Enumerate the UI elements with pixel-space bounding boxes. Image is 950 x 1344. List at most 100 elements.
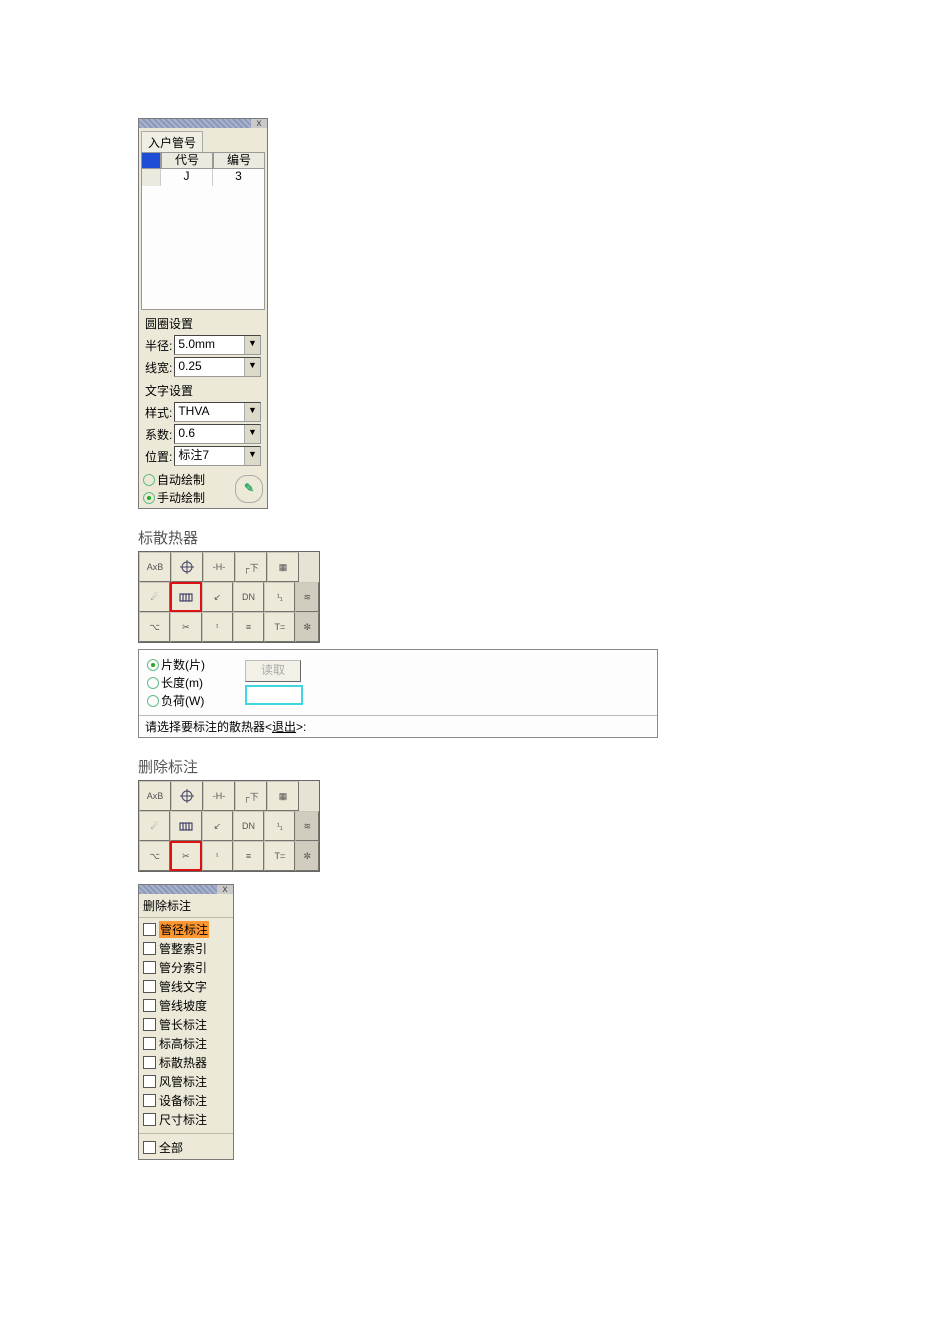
checkbox-icon[interactable] [143, 1018, 156, 1031]
section-heading-radiator: 标散热器 [138, 527, 950, 548]
checkbox-icon[interactable] [143, 1141, 156, 1154]
manual-draw-label: 手动绘制 [157, 489, 205, 506]
check-item[interactable]: 设备标注 [143, 1092, 229, 1109]
tool-note-icon[interactable]: ᵗ [202, 841, 233, 871]
tool-text-icon[interactable]: T= [264, 841, 295, 871]
tool-room-icon[interactable]: ☄ [139, 582, 170, 612]
checkbox-icon[interactable] [143, 1075, 156, 1088]
tool-stack-icon[interactable]: ≋ [295, 582, 318, 612]
tool-target-icon[interactable] [171, 552, 203, 582]
tool-target-icon[interactable] [171, 781, 203, 811]
tool-grid-icon[interactable]: ▦ [267, 781, 299, 811]
tool-11-icon[interactable]: ¹₁ [264, 582, 295, 612]
panel-tab[interactable]: 入户管号 [141, 131, 203, 152]
length-label: 长度(m) [161, 674, 203, 691]
check-item[interactable]: 管分索引 [143, 959, 229, 976]
tool-stack-icon[interactable]: ≋ [295, 811, 318, 841]
tool-radiator-icon[interactable] [170, 582, 201, 612]
checkbox-icon[interactable] [143, 942, 156, 955]
color-swatch[interactable] [141, 152, 161, 169]
checkbox-icon[interactable] [143, 1094, 156, 1107]
linewidth-select[interactable]: 0.25 ▼ [174, 357, 261, 377]
col-code[interactable]: 代号 [161, 152, 213, 169]
col-number[interactable]: 编号 [213, 152, 265, 169]
tool-dn-icon[interactable]: DN [233, 582, 264, 612]
radius-label: 半径: [145, 337, 172, 354]
tool-floor-icon[interactable]: ⌥ [139, 841, 170, 871]
checkbox-icon[interactable] [143, 961, 156, 974]
titlebar-grip[interactable]: x [139, 885, 233, 894]
pipe-list: 代号 编号 J 3 [141, 152, 265, 310]
checkbox-icon[interactable] [143, 999, 156, 1012]
tool-floor-icon[interactable]: ⌥ [139, 612, 170, 642]
tool-radiator-icon[interactable] [170, 811, 201, 841]
tool-h-icon[interactable]: -H- [203, 781, 235, 811]
check-item-label: 标散热器 [159, 1054, 207, 1071]
tool-frame-icon[interactable]: ┌下 [235, 552, 267, 582]
tool-move-icon[interactable]: ≡ [233, 841, 264, 871]
close-icon[interactable]: x [217, 885, 233, 894]
circle-settings-group: 圆圈设置 半径: 5.0mm ▼ 线宽: 0.25 ▼ [141, 313, 265, 378]
tool-axb-icon[interactable]: AxB [139, 552, 171, 582]
table-row[interactable]: J 3 [142, 169, 264, 186]
tool-dn-icon[interactable]: DN [233, 811, 264, 841]
check-item[interactable]: 管整索引 [143, 940, 229, 957]
check-item[interactable]: 标散热器 [143, 1054, 229, 1071]
tool-leader-icon[interactable]: ↙ [202, 811, 233, 841]
tool-erase-icon[interactable]: ✂ [170, 841, 201, 871]
read-button[interactable]: 读取 [245, 660, 301, 682]
check-all[interactable]: 全部 [143, 1139, 229, 1156]
manual-draw-radio[interactable]: 手动绘制 [143, 489, 205, 506]
check-item[interactable]: 尺寸标注 [143, 1111, 229, 1128]
chevron-down-icon[interactable]: ▼ [244, 336, 260, 354]
tool-axb-icon[interactable]: AxB [139, 781, 171, 811]
check-item-label: 管长标注 [159, 1016, 207, 1033]
check-item[interactable]: 管线坡度 [143, 997, 229, 1014]
checkbox-icon[interactable] [143, 1056, 156, 1069]
position-label: 位置: [145, 448, 172, 465]
check-item-label: 管线坡度 [159, 997, 207, 1014]
tool-h-icon[interactable]: -H- [203, 552, 235, 582]
piece-radio[interactable]: 片数(片) [147, 656, 205, 673]
check-all-label: 全部 [159, 1139, 183, 1156]
check-item[interactable]: 标高标注 [143, 1035, 229, 1052]
tool-text-icon[interactable]: T= [264, 612, 295, 642]
apply-icon[interactable]: ✎ [235, 475, 263, 503]
check-item[interactable]: 管径标注 [143, 921, 229, 938]
position-select[interactable]: 标注7 ▼ [174, 446, 261, 466]
tool-erase-icon[interactable]: ✂ [170, 612, 201, 642]
exit-link[interactable]: 退出 [272, 720, 296, 734]
style-select[interactable]: THVA ▼ [174, 402, 261, 422]
check-item[interactable]: 管线文字 [143, 978, 229, 995]
titlebar-grip[interactable]: x [139, 119, 267, 128]
tool-note-icon[interactable]: ᵗ [202, 612, 233, 642]
auto-draw-radio[interactable]: 自动绘制 [143, 471, 205, 488]
length-radio[interactable]: 长度(m) [147, 674, 205, 691]
tool-grid-icon[interactable]: ▦ [267, 552, 299, 582]
tool-gear-icon[interactable]: ✼ [295, 612, 318, 642]
cell-code: J [161, 169, 213, 186]
checkbox-icon[interactable] [143, 1037, 156, 1050]
tool-11-icon[interactable]: ¹₁ [264, 811, 295, 841]
chevron-down-icon[interactable]: ▼ [244, 447, 260, 465]
checkbox-icon[interactable] [143, 1113, 156, 1126]
read-input[interactable] [245, 685, 303, 705]
chevron-down-icon[interactable]: ▼ [244, 403, 260, 421]
check-item[interactable]: 管长标注 [143, 1016, 229, 1033]
checkbox-icon[interactable] [143, 980, 156, 993]
piece-label: 片数(片) [161, 656, 205, 673]
chevron-down-icon[interactable]: ▼ [244, 425, 260, 443]
chevron-down-icon[interactable]: ▼ [244, 358, 260, 376]
tool-gear-icon[interactable]: ✼ [295, 841, 318, 871]
close-icon[interactable]: x [251, 119, 267, 128]
tool-frame-icon[interactable]: ┌下 [235, 781, 267, 811]
load-radio[interactable]: 负荷(W) [147, 692, 205, 709]
radius-select[interactable]: 5.0mm ▼ [174, 335, 261, 355]
tool-room-icon[interactable]: ☄ [139, 811, 170, 841]
tool-leader-icon[interactable]: ↙ [202, 582, 233, 612]
tool-move-icon[interactable]: ≡ [233, 612, 264, 642]
check-item[interactable]: 风管标注 [143, 1073, 229, 1090]
checkbox-icon[interactable] [143, 923, 156, 936]
check-item-label: 设备标注 [159, 1092, 207, 1109]
coef-select[interactable]: 0.6 ▼ [174, 424, 261, 444]
